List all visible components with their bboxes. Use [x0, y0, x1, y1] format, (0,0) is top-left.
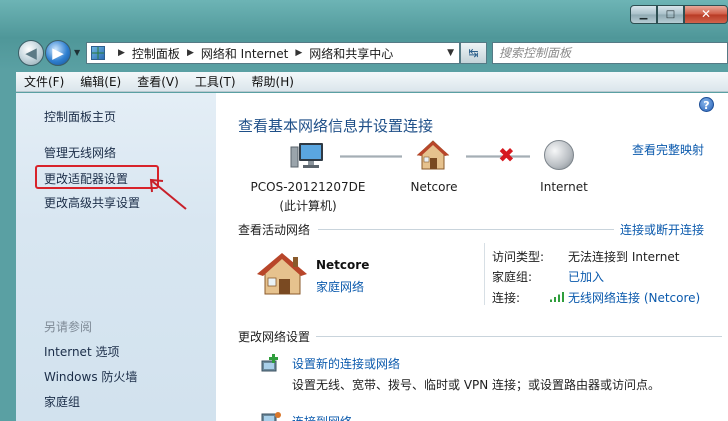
- computer-name: PCOS-20121207DE: [250, 180, 366, 194]
- homegroup-label: 家庭组:: [492, 270, 533, 284]
- connect-network-icon: [261, 412, 281, 421]
- sidebar-item-home[interactable]: 控制面板主页: [44, 108, 116, 125]
- refresh-button[interactable]: ↹: [460, 42, 487, 64]
- minimize-button[interactable]: ▁: [630, 5, 657, 24]
- address-dropdown-icon[interactable]: ▼: [447, 48, 454, 58]
- sidebar-item-manage-wireless[interactable]: 管理无线网络: [44, 144, 116, 161]
- menu-file[interactable]: 文件(F): [24, 73, 64, 90]
- access-type-value: 无法连接到 Internet: [568, 250, 680, 264]
- divider: [484, 243, 485, 305]
- breadcrumb-separator-icon[interactable]: ▶: [118, 48, 125, 58]
- no-connection-icon[interactable]: ✖: [498, 145, 515, 165]
- breadcrumb-network-internet[interactable]: 网络和 Internet: [201, 45, 288, 62]
- sidebar-item-internet-options[interactable]: Internet 选项: [44, 343, 119, 360]
- wireless-connection-link[interactable]: 无线网络连接 (Netcore): [568, 289, 700, 306]
- recent-pages-dropdown-icon[interactable]: ▼: [74, 48, 80, 57]
- see-also-heading: 另请参阅: [44, 320, 93, 334]
- search-input[interactable]: 搜索控制面板: [492, 42, 728, 64]
- menu-view[interactable]: 查看(V): [137, 73, 179, 90]
- sidebar-item-advanced-sharing[interactable]: 更改高级共享设置: [44, 194, 140, 211]
- caption-buttons: ▁ □ ✕: [630, 5, 728, 25]
- main-content: ? 查看基本网络信息并设置连接 查看完整映射 ✖ PCOS-20121207DE…: [216, 93, 728, 421]
- computer-icon: [290, 143, 323, 168]
- active-network-name: Netcore: [316, 258, 370, 272]
- page-title: 查看基本网络信息并设置连接: [238, 117, 434, 135]
- wireless-signal-icon: [550, 292, 564, 302]
- menu-bar: 文件(F) 编辑(E) 查看(V) 工具(T) 帮助(H): [16, 72, 728, 92]
- globe-icon: [544, 140, 574, 170]
- view-full-map-link[interactable]: 查看完整映射: [632, 141, 704, 158]
- divider: [318, 229, 614, 230]
- address-bar[interactable]: ▶ 控制面板 ▶ 网络和 Internet ▶ 网络和共享中心 ▼: [86, 42, 460, 64]
- connect-to-network-link[interactable]: 连接到网络: [292, 413, 352, 421]
- menu-help[interactable]: 帮助(H): [252, 73, 294, 90]
- homegroup-link[interactable]: 已加入: [568, 268, 604, 285]
- active-networks-heading: 查看活动网络: [238, 223, 311, 237]
- home-network-icon: [257, 253, 307, 295]
- divider: [316, 336, 722, 337]
- setup-connection-description: 设置无线、宽带、拨号、临时或 VPN 连接；或设置路由器或访问点。: [292, 378, 661, 392]
- forward-button[interactable]: ▶: [45, 40, 71, 66]
- sidebar: 控制面板主页 管理无线网络 更改适配器设置 更改高级共享设置 另请参阅 Inte…: [16, 93, 216, 421]
- connect-disconnect-link[interactable]: 连接或断开连接: [620, 221, 704, 238]
- computer-sublabel: (此计算机): [279, 199, 337, 213]
- menu-tools[interactable]: 工具(T): [195, 73, 236, 90]
- breadcrumb-separator-icon[interactable]: ▶: [295, 48, 302, 58]
- network-node-label: Netcore: [410, 180, 458, 194]
- setup-connection-link[interactable]: 设置新的连接或网络: [292, 355, 400, 372]
- highlight-annotation: [35, 165, 159, 189]
- network-type-link[interactable]: 家庭网络: [316, 278, 364, 295]
- red-arrow-annotation: [149, 178, 187, 210]
- setup-connection-icon: [261, 354, 278, 372]
- navigation-row: ◀ ▶ ▼ ▶ 控制面板 ▶ 网络和 Internet ▶ 网络和共享中心 ▼ …: [0, 38, 728, 68]
- network-center-icon: [91, 46, 105, 60]
- close-button[interactable]: ✕: [684, 5, 728, 24]
- internet-node-label: Internet: [540, 180, 588, 194]
- change-settings-heading: 更改网络设置: [238, 330, 311, 344]
- sidebar-item-windows-firewall[interactable]: Windows 防火墙: [44, 368, 137, 385]
- sidebar-item-homegroup[interactable]: 家庭组: [44, 393, 80, 410]
- window: ▁ □ ✕ ◀ ▶ ▼ ▶ 控制面板 ▶ 网络和 Internet ▶ 网络和共…: [0, 0, 728, 421]
- connection-label: 连接:: [492, 291, 521, 305]
- access-type-label: 访问类型:: [492, 250, 545, 264]
- connection-line: [340, 155, 402, 158]
- breadcrumb-control-panel[interactable]: 控制面板: [132, 45, 180, 62]
- back-button[interactable]: ◀: [18, 40, 44, 66]
- maximize-button[interactable]: □: [657, 5, 684, 24]
- house-icon: [416, 140, 450, 170]
- help-icon[interactable]: ?: [699, 97, 714, 112]
- breadcrumb-separator-icon[interactable]: ▶: [187, 48, 194, 58]
- menu-edit[interactable]: 编辑(E): [80, 73, 121, 90]
- breadcrumb-network-sharing-center[interactable]: 网络和共享中心: [309, 45, 393, 62]
